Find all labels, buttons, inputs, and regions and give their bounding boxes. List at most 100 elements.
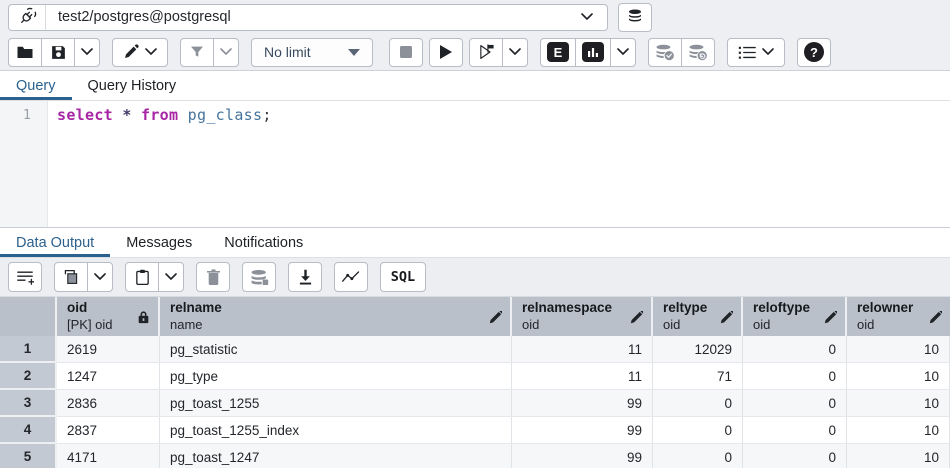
line-chart-icon: [341, 270, 361, 284]
explain-analyze-chart-icon: [582, 42, 604, 62]
filter-button[interactable]: [180, 38, 214, 67]
tab-messages[interactable]: Messages: [110, 228, 208, 257]
graph-visualiser-button[interactable]: [334, 262, 368, 292]
cell-reloftype[interactable]: 0: [743, 444, 847, 468]
cell-relname[interactable]: pg_type: [160, 363, 512, 390]
output-toolbar: SQL: [0, 258, 950, 297]
row-number-cell[interactable]: 5: [0, 444, 57, 468]
execute-options-dropdown[interactable]: [502, 38, 528, 67]
edit-menu-button[interactable]: [112, 38, 168, 67]
save-data-changes-button[interactable]: [242, 262, 276, 292]
column-header-reloftype[interactable]: reloftype oid: [743, 297, 847, 336]
chevron-down-icon: [81, 43, 93, 61]
cell-relname[interactable]: pg_toast_1255_index: [160, 417, 512, 444]
tab-query-history[interactable]: Query History: [72, 71, 193, 100]
tab-query-label: Query: [16, 78, 56, 94]
row-number-cell[interactable]: 2: [0, 363, 57, 390]
cell-reloftype[interactable]: 0: [743, 363, 847, 390]
cell-oid[interactable]: 4171: [57, 444, 160, 468]
cell-relname[interactable]: pg_toast_1247: [160, 444, 512, 468]
explain-analyze-button[interactable]: [575, 38, 611, 67]
paste-options-dropdown[interactable]: [158, 262, 184, 292]
macros-menu-button[interactable]: [727, 38, 785, 67]
row-number-cell[interactable]: 4: [0, 417, 57, 444]
commit-button[interactable]: [648, 38, 682, 67]
copy-options-dropdown[interactable]: [87, 262, 113, 292]
table-row: 1 2619 pg_statistic 11 12029 0 10: [0, 336, 950, 363]
cancel-query-button[interactable]: [389, 38, 423, 67]
filter-options-dropdown[interactable]: [213, 38, 239, 67]
rollback-button[interactable]: [681, 38, 715, 67]
cell-oid[interactable]: 1247: [57, 363, 160, 390]
editor-code-line[interactable]: select * from pg_class;: [48, 101, 950, 227]
row-number-cell[interactable]: 3: [0, 390, 57, 417]
grid-corner-cell[interactable]: [0, 297, 57, 336]
tab-data-output[interactable]: Data Output: [0, 228, 110, 257]
folder-icon: [16, 44, 34, 60]
show-sql-button[interactable]: SQL: [380, 262, 426, 292]
column-subtitle: oid: [522, 317, 612, 333]
play-icon: [439, 44, 453, 60]
download-results-button[interactable]: [288, 262, 322, 292]
cell-reltype[interactable]: 0: [653, 417, 743, 444]
column-header-relowner[interactable]: relowner oid: [847, 297, 950, 336]
cell-relowner[interactable]: 10: [847, 417, 950, 444]
cell-reloftype[interactable]: 0: [743, 417, 847, 444]
save-options-dropdown[interactable]: [74, 38, 100, 67]
execute-script-button[interactable]: [469, 38, 503, 67]
column-title: reloftype: [753, 300, 810, 317]
cell-reloftype[interactable]: 0: [743, 336, 847, 363]
column-header-oid[interactable]: oid [PK] oid: [57, 297, 160, 336]
cell-relnamespace[interactable]: 99: [512, 417, 653, 444]
cell-oid[interactable]: 2836: [57, 390, 160, 417]
cell-relnamespace[interactable]: 11: [512, 363, 653, 390]
delete-row-button[interactable]: [196, 262, 230, 292]
cell-relowner[interactable]: 10: [847, 390, 950, 417]
trash-icon: [206, 269, 221, 285]
tab-notifications[interactable]: Notifications: [208, 228, 319, 257]
save-file-button[interactable]: [41, 38, 75, 67]
editor-tab-bar: Query Query History: [0, 71, 950, 101]
tab-query[interactable]: Query: [0, 71, 72, 100]
tab-query-history-label: Query History: [88, 78, 177, 94]
explain-button[interactable]: E: [540, 38, 576, 67]
explain-options-dropdown[interactable]: [610, 38, 636, 67]
row-limit-select[interactable]: No limit: [251, 38, 373, 67]
tab-data-output-label: Data Output: [16, 235, 94, 251]
column-title: reltype: [663, 300, 707, 317]
cell-relname[interactable]: pg_toast_1255: [160, 390, 512, 417]
new-connection-button[interactable]: [618, 3, 652, 32]
row-number-cell[interactable]: 1: [0, 336, 57, 363]
cell-relowner[interactable]: 10: [847, 444, 950, 468]
cell-relowner[interactable]: 10: [847, 336, 950, 363]
lock-icon: [137, 310, 150, 324]
chevron-down-icon: [509, 43, 521, 61]
cell-reltype[interactable]: 71: [653, 363, 743, 390]
copy-button[interactable]: [54, 262, 88, 292]
cell-oid[interactable]: 2837: [57, 417, 160, 444]
cell-reloftype[interactable]: 0: [743, 390, 847, 417]
cell-reltype[interactable]: 0: [653, 444, 743, 468]
cell-reltype[interactable]: 0: [653, 390, 743, 417]
sql-identifier: pg_class: [178, 106, 262, 124]
cell-relnamespace[interactable]: 99: [512, 444, 653, 468]
connection-selector[interactable]: test2/postgres@postgresql: [8, 4, 608, 31]
column-header-reltype[interactable]: reltype oid: [653, 297, 743, 336]
execute-query-button[interactable]: [429, 38, 463, 67]
column-header-relnamespace[interactable]: relnamespace oid: [512, 297, 653, 336]
add-row-button[interactable]: [8, 262, 42, 292]
cell-reltype[interactable]: 12029: [653, 336, 743, 363]
column-header-relname[interactable]: relname name: [160, 297, 512, 336]
cell-relowner[interactable]: 10: [847, 363, 950, 390]
cell-relnamespace[interactable]: 99: [512, 390, 653, 417]
edit-pencil-icon: [929, 311, 942, 324]
copy-icon: [63, 269, 79, 285]
cell-relname[interactable]: pg_statistic: [160, 336, 512, 363]
sql-editor[interactable]: 1 select * from pg_class;: [0, 101, 950, 228]
floppy-save-icon: [50, 44, 67, 61]
cell-relnamespace[interactable]: 11: [512, 336, 653, 363]
cell-oid[interactable]: 2619: [57, 336, 160, 363]
help-button[interactable]: ?: [797, 38, 831, 67]
paste-button[interactable]: [125, 262, 159, 292]
open-file-button[interactable]: [8, 38, 42, 67]
